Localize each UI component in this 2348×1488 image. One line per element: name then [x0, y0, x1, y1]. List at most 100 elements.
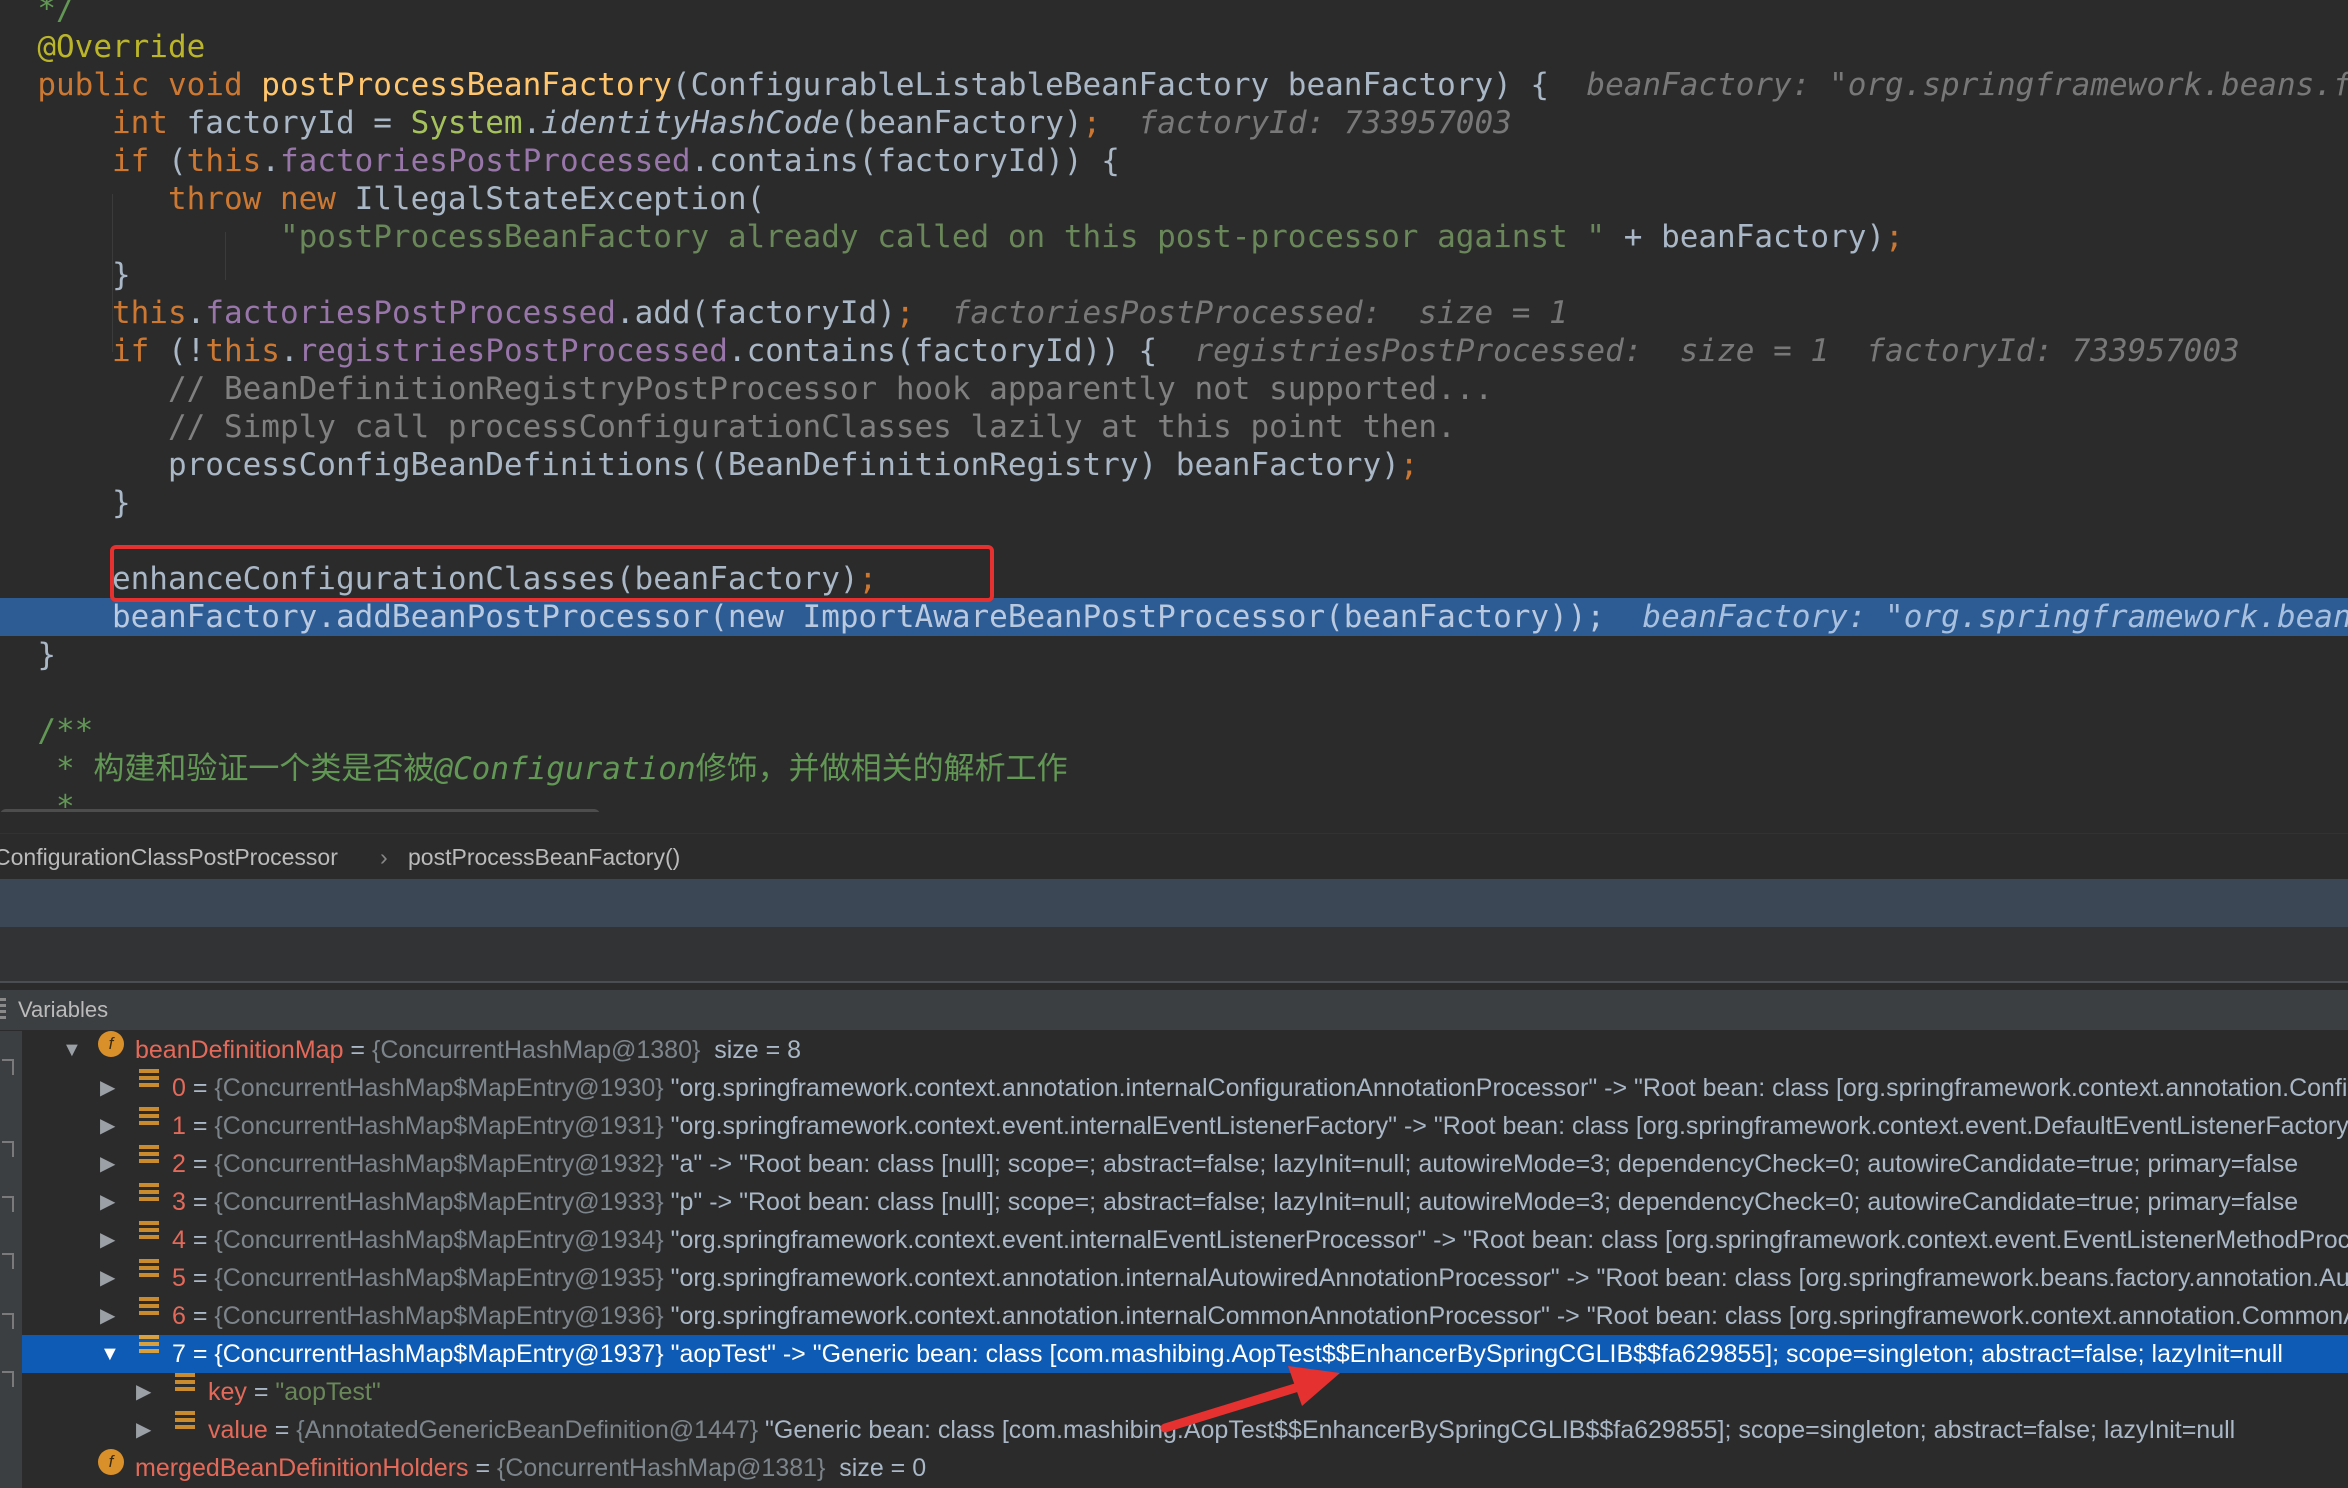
code-token: this — [205, 333, 280, 369]
code-line[interactable]: // Simply call processConfigurationClass… — [0, 408, 2348, 446]
variable-row[interactable]: ▶ key = "aopTest" — [22, 1373, 2348, 1411]
expand-toggle-icon[interactable]: ▶ — [100, 1259, 115, 1297]
expand-toggle-icon[interactable]: ▶ — [100, 1183, 115, 1221]
inline-debug-value: registriesPostProcessed: size = 1 factor… — [1194, 333, 2240, 369]
toolbar-icon[interactable] — [2, 1059, 14, 1075]
breadcrumb-separator-icon: › — [380, 844, 388, 870]
variables-header: Variables — [0, 990, 2348, 1031]
variable-value: "org.springframework.context.event.inter… — [663, 1226, 2348, 1254]
code-line[interactable]: */ — [0, 0, 2348, 28]
code-token: (ConfigurableListableBeanFactory beanFac… — [671, 67, 1587, 103]
variable-value: "a" -> "Root bean: class [null]; scope=;… — [663, 1150, 2299, 1178]
variable-row[interactable]: ▶ 6 = {ConcurrentHashMap$MapEntry@1936} "… — [22, 1297, 2348, 1335]
breadcrumb-method[interactable]: postProcessBeanFactory() — [408, 834, 680, 880]
code-token: postProcessBeanFactory — [261, 67, 672, 103]
variables-title: Variables — [18, 997, 109, 1022]
variable-value: "p" -> "Root bean: class [null]; scope=;… — [663, 1188, 2299, 1216]
toolbar-icon[interactable] — [2, 1371, 14, 1387]
current-execution-line[interactable]: beanFactory.addBeanPostProcessor(new Imp… — [0, 598, 2348, 636]
variable-value: "org.springframework.context.annotation.… — [670, 1074, 2348, 1102]
code-line[interactable]: } — [0, 256, 2348, 294]
code-token: } — [0, 637, 56, 673]
variable-row[interactable]: ▶ 1 = {ConcurrentHashMap$MapEntry@1931} "… — [22, 1107, 2348, 1145]
breadcrumb: ConfigurationClassPostProcessor › postPr… — [0, 833, 2348, 880]
code-line[interactable]: } — [0, 484, 2348, 522]
code-token: beanFactory.addBeanPostProcessor( — [0, 599, 728, 635]
variable-row[interactable]: ▶ 5 = {ConcurrentHashMap$MapEntry@1935} "… — [22, 1259, 2348, 1297]
code-line[interactable]: } — [0, 636, 2348, 674]
variable-name: value — [208, 1416, 268, 1444]
code-token: factoriesPostProcessed — [279, 143, 691, 179]
variable-object-id: {ConcurrentHashMap$MapEntry@1935} — [214, 1264, 664, 1292]
variable-value: "Generic bean: class [com.mashibing.AopT… — [758, 1416, 2236, 1444]
variable-equals: = — [185, 1264, 215, 1292]
code-line[interactable]: public void postProcessBeanFactory(Confi… — [0, 66, 2348, 104]
variable-name: mergedBeanDefinitionHolders — [135, 1454, 469, 1482]
expand-toggle-icon[interactable]: ▶ — [136, 1373, 151, 1411]
expand-toggle-icon[interactable]: ▶ — [100, 1145, 115, 1183]
code-line[interactable]: throw new IllegalStateException( — [0, 180, 2348, 218]
toolbar-icon[interactable] — [2, 1196, 14, 1212]
code-token: (beanFactory) — [839, 105, 1083, 141]
variable-value: size = 8 — [700, 1036, 802, 1064]
toolbar-icon[interactable] — [2, 1253, 14, 1269]
code-token: throw new — [0, 181, 355, 217]
code-token: . — [261, 143, 280, 179]
variable-text: 5 = {ConcurrentHashMap$MapEntry@1935} "o… — [172, 1259, 2348, 1297]
variable-equals: = — [185, 1302, 215, 1330]
debug-toolbar — [0, 927, 2348, 983]
code-token: /** — [0, 713, 94, 749]
variable-value: size = 0 — [825, 1454, 927, 1482]
horizontal-scrollbar[interactable] — [0, 809, 600, 812]
code-line[interactable]: "postProcessBeanFactory already called o… — [0, 218, 2348, 256]
variable-row[interactable]: f mergedBeanDefinitionHolders = {Concurre… — [22, 1449, 2348, 1487]
variable-text: mergedBeanDefinitionHolders = {Concurren… — [135, 1449, 926, 1487]
variable-name: 7 — [172, 1340, 186, 1368]
map-entry-icon — [139, 1335, 159, 1355]
expand-toggle-icon[interactable]: ▼ — [100, 1335, 120, 1373]
code-line[interactable]: int factoryId = System.identityHashCode(… — [0, 104, 2348, 142]
variable-row[interactable]: ▶ 3 = {ConcurrentHashMap$MapEntry@1933} "… — [22, 1183, 2348, 1221]
inline-debug-value: factoryId: 733957003 — [1138, 105, 1512, 141]
breadcrumb-class[interactable]: ConfigurationClassPostProcessor — [0, 834, 338, 880]
code-token: "postProcessBeanFactory already called o… — [0, 219, 1606, 255]
expand-toggle-icon[interactable]: ▶ — [136, 1411, 151, 1449]
field-icon: f — [98, 1031, 124, 1057]
code-line[interactable] — [0, 674, 2348, 712]
variable-name: 4 — [172, 1226, 186, 1254]
variables-tree[interactable]: ▼ f beanDefinitionMap = {ConcurrentHashMap… — [22, 1031, 2348, 1488]
toolbar-icon[interactable] — [2, 1313, 14, 1329]
expand-toggle-icon[interactable]: ▶ — [100, 1107, 115, 1145]
code-line[interactable]: // BeanDefinitionRegistryPostProcessor h… — [0, 370, 2348, 408]
code-token: int — [0, 105, 187, 141]
variable-row-selected[interactable]: ▼ 7 = {ConcurrentHashMap$MapEntry@1937} "… — [22, 1335, 2348, 1373]
code-token: .contains(factoryId)) { — [690, 143, 1120, 179]
map-entry-icon — [139, 1183, 159, 1203]
code-token: factoryId = — [186, 105, 411, 141]
toolbar-icon[interactable] — [2, 1141, 14, 1157]
expand-toggle-icon[interactable]: ▼ — [62, 1031, 82, 1069]
variable-row[interactable]: ▶ value = {AnnotatedGenericBeanDefinition… — [22, 1411, 2348, 1449]
code-line[interactable]: processConfigBeanDefinitions((BeanDefini… — [0, 446, 2348, 484]
variable-row[interactable]: ▶ 0 = {ConcurrentHashMap$MapEntry@1930} "… — [22, 1069, 2348, 1107]
expand-toggle-icon[interactable]: ▶ — [100, 1221, 115, 1259]
code-line[interactable]: if (!this.registriesPostProcessed.contai… — [0, 332, 2348, 370]
drag-handle-icon[interactable] — [0, 998, 6, 1022]
expand-toggle-icon[interactable]: ▶ — [100, 1069, 115, 1107]
variable-text: 3 = {ConcurrentHashMap$MapEntry@1933} "p… — [172, 1183, 2298, 1221]
variable-object-id: {ConcurrentHashMap$MapEntry@1934} — [214, 1226, 664, 1254]
code-editor[interactable]: */ @Override public void postProcessBean… — [0, 0, 2348, 812]
expand-toggle-icon[interactable]: ▶ — [100, 1297, 115, 1335]
code-token: this — [186, 143, 262, 179]
code-line[interactable]: @Override — [0, 28, 2348, 66]
variable-row[interactable]: ▼ f beanDefinitionMap = {ConcurrentHashMap… — [22, 1031, 2348, 1069]
code-line[interactable]: if (this.factoriesPostProcessed.contains… — [0, 142, 2348, 180]
code-token: * 构建和验证一个类是否被 — [0, 751, 435, 787]
variable-row[interactable]: ▶ 4 = {ConcurrentHashMap$MapEntry@1934} "… — [22, 1221, 2348, 1259]
variable-row[interactable]: ▶ 2 = {ConcurrentHashMap$MapEntry@1932} "… — [22, 1145, 2348, 1183]
code-line[interactable]: /** — [0, 712, 2348, 750]
code-line[interactable]: * 构建和验证一个类是否被@Configuration修饰，并做相关的解析工作 — [0, 750, 2348, 788]
code-token: identityHashCode — [541, 105, 840, 141]
variable-equals: = — [185, 1226, 215, 1254]
code-line[interactable]: this.factoriesPostProcessed.add(factoryI… — [0, 294, 2348, 332]
